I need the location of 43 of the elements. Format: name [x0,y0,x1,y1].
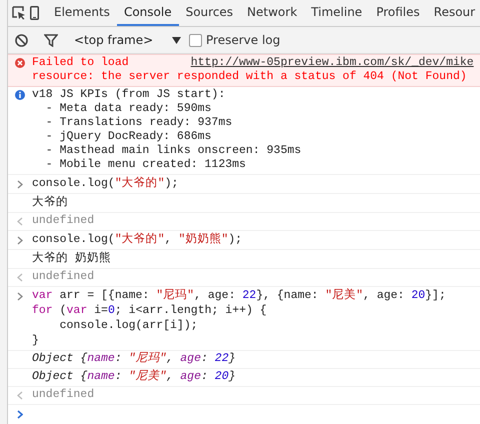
tab[interactable]: Resour [426,0,480,26]
console-message: console.log("大爷的"); [32,176,178,191]
console-message: - Mobile menu created: 1123ms [44,158,247,172]
chevron-left-icon [17,391,23,400]
console-message: - Translations ready: 937ms [44,116,234,130]
tab[interactable]: Elements [47,0,117,26]
preserve-log-label: Preserve log [206,33,280,47]
filter-icon[interactable] [44,34,58,46]
console-message: - jQuery DocReady: 686ms [44,130,212,144]
console-message: v18 JS KPIs (from JS start): [32,88,226,102]
tab[interactable]: Sources [178,0,240,26]
console-message: Failed to load http://www-05preview.ibm.com/sk/_dev/mike [32,56,474,70]
console-message: - Masthead main links onscreen: 935ms [44,144,302,158]
console-message: console.log("大爷的", "奶奶熊"); [32,232,242,247]
url-link[interactable]: http://www-05preview.ibm.com/sk/_dev/mike [190,56,474,69]
prompt-chevron-icon[interactable] [17,410,23,419]
console-message: undefined [32,388,94,402]
console-message: console.log(arr[i]); [58,318,199,333]
dropdown-triangle-icon [172,36,181,44]
chevron-right-icon [17,236,23,245]
console-message: 大爷的 奶奶熊 [32,251,111,266]
chevron-right-icon [17,292,23,301]
console-message: Object {name: "尼玛", age: 22} [32,352,236,366]
chevron-left-icon [17,273,23,282]
preserve-log-checkbox[interactable] [189,34,202,46]
info-icon [15,90,25,100]
console-message: var arr = [{name: "尼玛", age: 22}, {name: "尼美", age: 20}]; [32,288,446,303]
console-message: for (var i=0; i<arr.length; i++) { [32,303,268,318]
console-message: - Meta data ready: 590ms [44,102,212,116]
console-message: resource: the server responded with a status of 404 (Not Found) [32,70,468,84]
tab[interactable]: Profiles [369,0,427,26]
console-message: } [32,333,40,348]
chevron-left-icon [17,217,23,226]
console-message: 大爷的 [32,195,68,210]
console-message: undefined [32,214,94,228]
frame-dropdown[interactable]: <top frame> [74,33,181,47]
tab[interactable]: Network [240,0,304,26]
console-message: Object {name: "尼美", age: 20} [32,370,236,384]
chevron-right-icon [17,180,23,189]
error-icon [15,58,25,68]
clear-icon[interactable] [15,34,28,46]
tab[interactable]: Timeline [304,0,370,26]
console-message: undefined [32,270,94,284]
